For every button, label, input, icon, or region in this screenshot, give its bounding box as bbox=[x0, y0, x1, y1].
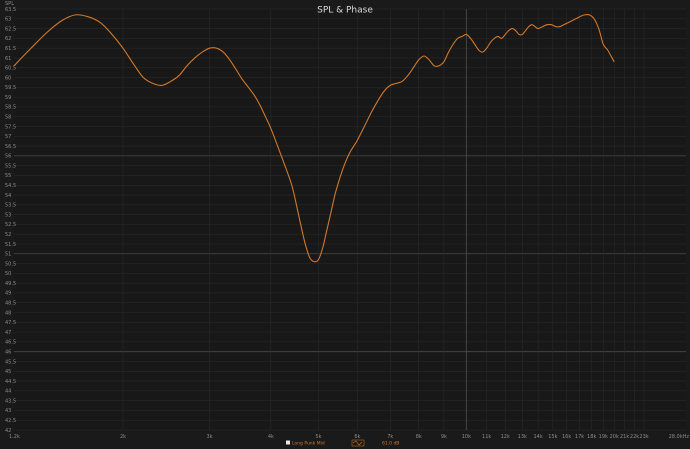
y-tick-label: 47.5 bbox=[5, 320, 16, 326]
x-tick-label: 13k bbox=[518, 434, 527, 440]
x-tick-label: 11k bbox=[482, 434, 491, 440]
chart-title: SPL & Phase bbox=[317, 6, 373, 16]
y-axis-label: SPL bbox=[5, 1, 14, 7]
legend-series-name: Long Punk Mid bbox=[292, 441, 325, 447]
y-tick-label: 62.5 bbox=[5, 26, 16, 32]
x-tick-label: 28.0kHz bbox=[669, 434, 690, 440]
y-tick-label: 62 bbox=[5, 36, 11, 42]
x-tick-label: 20k bbox=[610, 434, 619, 440]
y-tick-label: 56 bbox=[5, 154, 11, 160]
y-tick-label: 44 bbox=[5, 389, 11, 395]
x-tick-label: 17k bbox=[575, 434, 584, 440]
x-tick-label: 8k bbox=[416, 434, 422, 440]
x-tick-label: 18k bbox=[587, 434, 596, 440]
x-tick-label: 2k bbox=[120, 434, 126, 440]
y-tick-label: 47 bbox=[5, 330, 11, 336]
x-tick-label: 19k bbox=[599, 434, 608, 440]
y-tick-label: 58.5 bbox=[5, 105, 16, 111]
y-tick-label: 61.5 bbox=[5, 46, 16, 52]
y-tick-label: 57.5 bbox=[5, 124, 16, 130]
plot-area bbox=[14, 9, 686, 430]
y-tick-label: 51.5 bbox=[5, 242, 16, 248]
y-tick-label: 52 bbox=[5, 232, 11, 238]
y-tick-label: 60 bbox=[5, 75, 11, 81]
x-tick-label: 14k bbox=[533, 434, 542, 440]
y-tick-label: 43 bbox=[5, 408, 11, 414]
y-tick-label: 58 bbox=[5, 114, 11, 120]
y-tick-label: 63 bbox=[5, 17, 11, 23]
y-tick-label: 45 bbox=[5, 369, 11, 375]
y-tick-label: 49 bbox=[5, 291, 11, 297]
y-tick-label: 54.5 bbox=[5, 183, 16, 189]
y-tick-label: 60.5 bbox=[5, 66, 16, 72]
y-tick-label: 51 bbox=[5, 252, 11, 258]
y-tick-label: 48 bbox=[5, 310, 11, 316]
y-tick-label: 46.5 bbox=[5, 340, 16, 346]
legend-reference-level: 61.0 dB bbox=[382, 441, 399, 447]
x-tick-label: 6k bbox=[354, 434, 360, 440]
y-tick-label: 55.5 bbox=[5, 163, 16, 169]
x-tick-label: 16k bbox=[562, 434, 571, 440]
y-tick-label: 42.5 bbox=[5, 418, 16, 424]
x-tick-label: 1.2k bbox=[9, 434, 20, 440]
y-tick-label: 57 bbox=[5, 134, 11, 140]
x-tick-label: 4k bbox=[268, 434, 274, 440]
x-tick-label: 7k bbox=[387, 434, 393, 440]
y-tick-label: 59 bbox=[5, 95, 11, 101]
y-tick-label: 43.5 bbox=[5, 398, 16, 404]
x-tick-label: 22k bbox=[630, 434, 639, 440]
y-tick-label: 54 bbox=[5, 193, 11, 199]
y-tick-label: 53 bbox=[5, 212, 11, 218]
y-tick-label: 46 bbox=[5, 349, 11, 355]
y-tick-label: 50 bbox=[5, 271, 11, 277]
x-tick-label: 9k bbox=[441, 434, 447, 440]
y-tick-label: 44.5 bbox=[5, 379, 16, 385]
x-tick-label: 10k bbox=[462, 434, 471, 440]
x-tick-label: 12k bbox=[501, 434, 510, 440]
y-tick-label: 59.5 bbox=[5, 85, 16, 91]
y-tick-label: 55 bbox=[5, 173, 11, 179]
legend-checkbox[interactable] bbox=[286, 440, 290, 445]
x-tick-label: 15k bbox=[548, 434, 557, 440]
y-tick-label: 48.5 bbox=[5, 301, 16, 307]
y-tick-label: 53.5 bbox=[5, 203, 16, 209]
spl-phase-chart: 63.5 63 62.5 62 61.5 61 60.5 60 59.5 59 58.5 58 57.5… bbox=[0, 0, 690, 449]
x-tick-label: 23k bbox=[639, 434, 648, 440]
y-tick-label: 52.5 bbox=[5, 222, 16, 228]
y-tick-label: 56.5 bbox=[5, 144, 16, 150]
x-tick-label: 3k bbox=[206, 434, 212, 440]
y-tick-label: 61 bbox=[5, 56, 11, 62]
x-tick-label: 5k bbox=[315, 434, 321, 440]
x-tick-label: 21k bbox=[620, 434, 629, 440]
y-tick-label: 50.5 bbox=[5, 261, 16, 267]
y-tick-label: 63.5 bbox=[5, 7, 16, 13]
y-tick-label: 49.5 bbox=[5, 281, 16, 287]
y-tick-label: 42 bbox=[5, 428, 11, 434]
y-tick-label: 45.5 bbox=[5, 359, 16, 365]
